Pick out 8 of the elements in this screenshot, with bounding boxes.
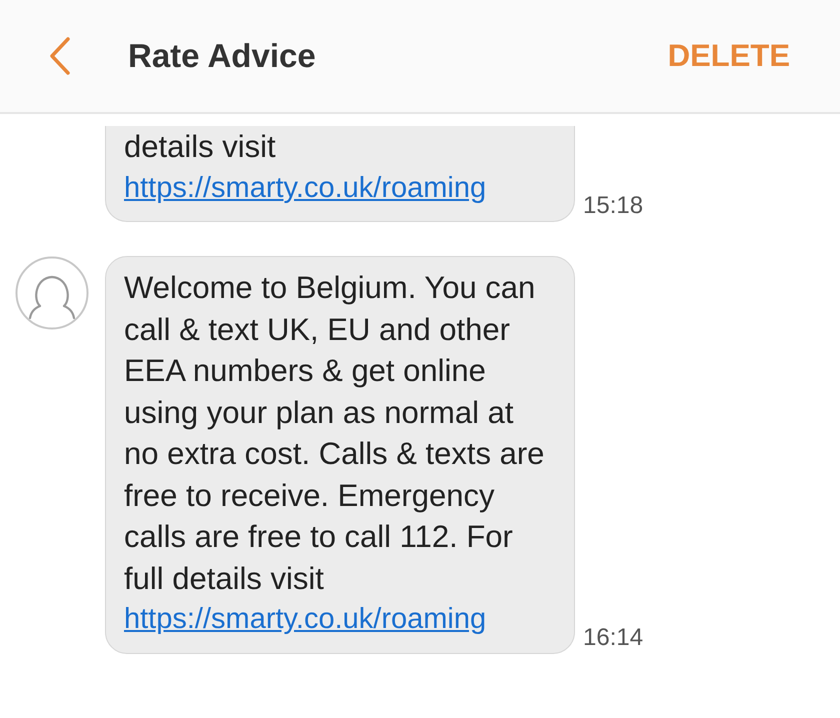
roaming-link[interactable]: https://smarty.co.uk/roaming: [124, 599, 486, 640]
message-time: 15:18: [583, 192, 644, 220]
message-text: Welcome to Belgium. You can call & text UK, EU and other EEA numbers & get online using your plan as normal at no extra cost. Calls & texts are free to receive. Emergency calls are free to call 112. For full details visit https://smarty.co.uk/roaming: [124, 267, 549, 640]
delete-button[interactable]: DELETE: [668, 38, 790, 74]
message-time: 16:14: [583, 624, 644, 652]
roaming-link[interactable]: https://smarty.co.uk/roaming: [124, 168, 486, 209]
conversation-title: Rate Advice: [128, 37, 317, 75]
message-text: details visit https://smarty.co.uk/roaming: [124, 126, 549, 209]
